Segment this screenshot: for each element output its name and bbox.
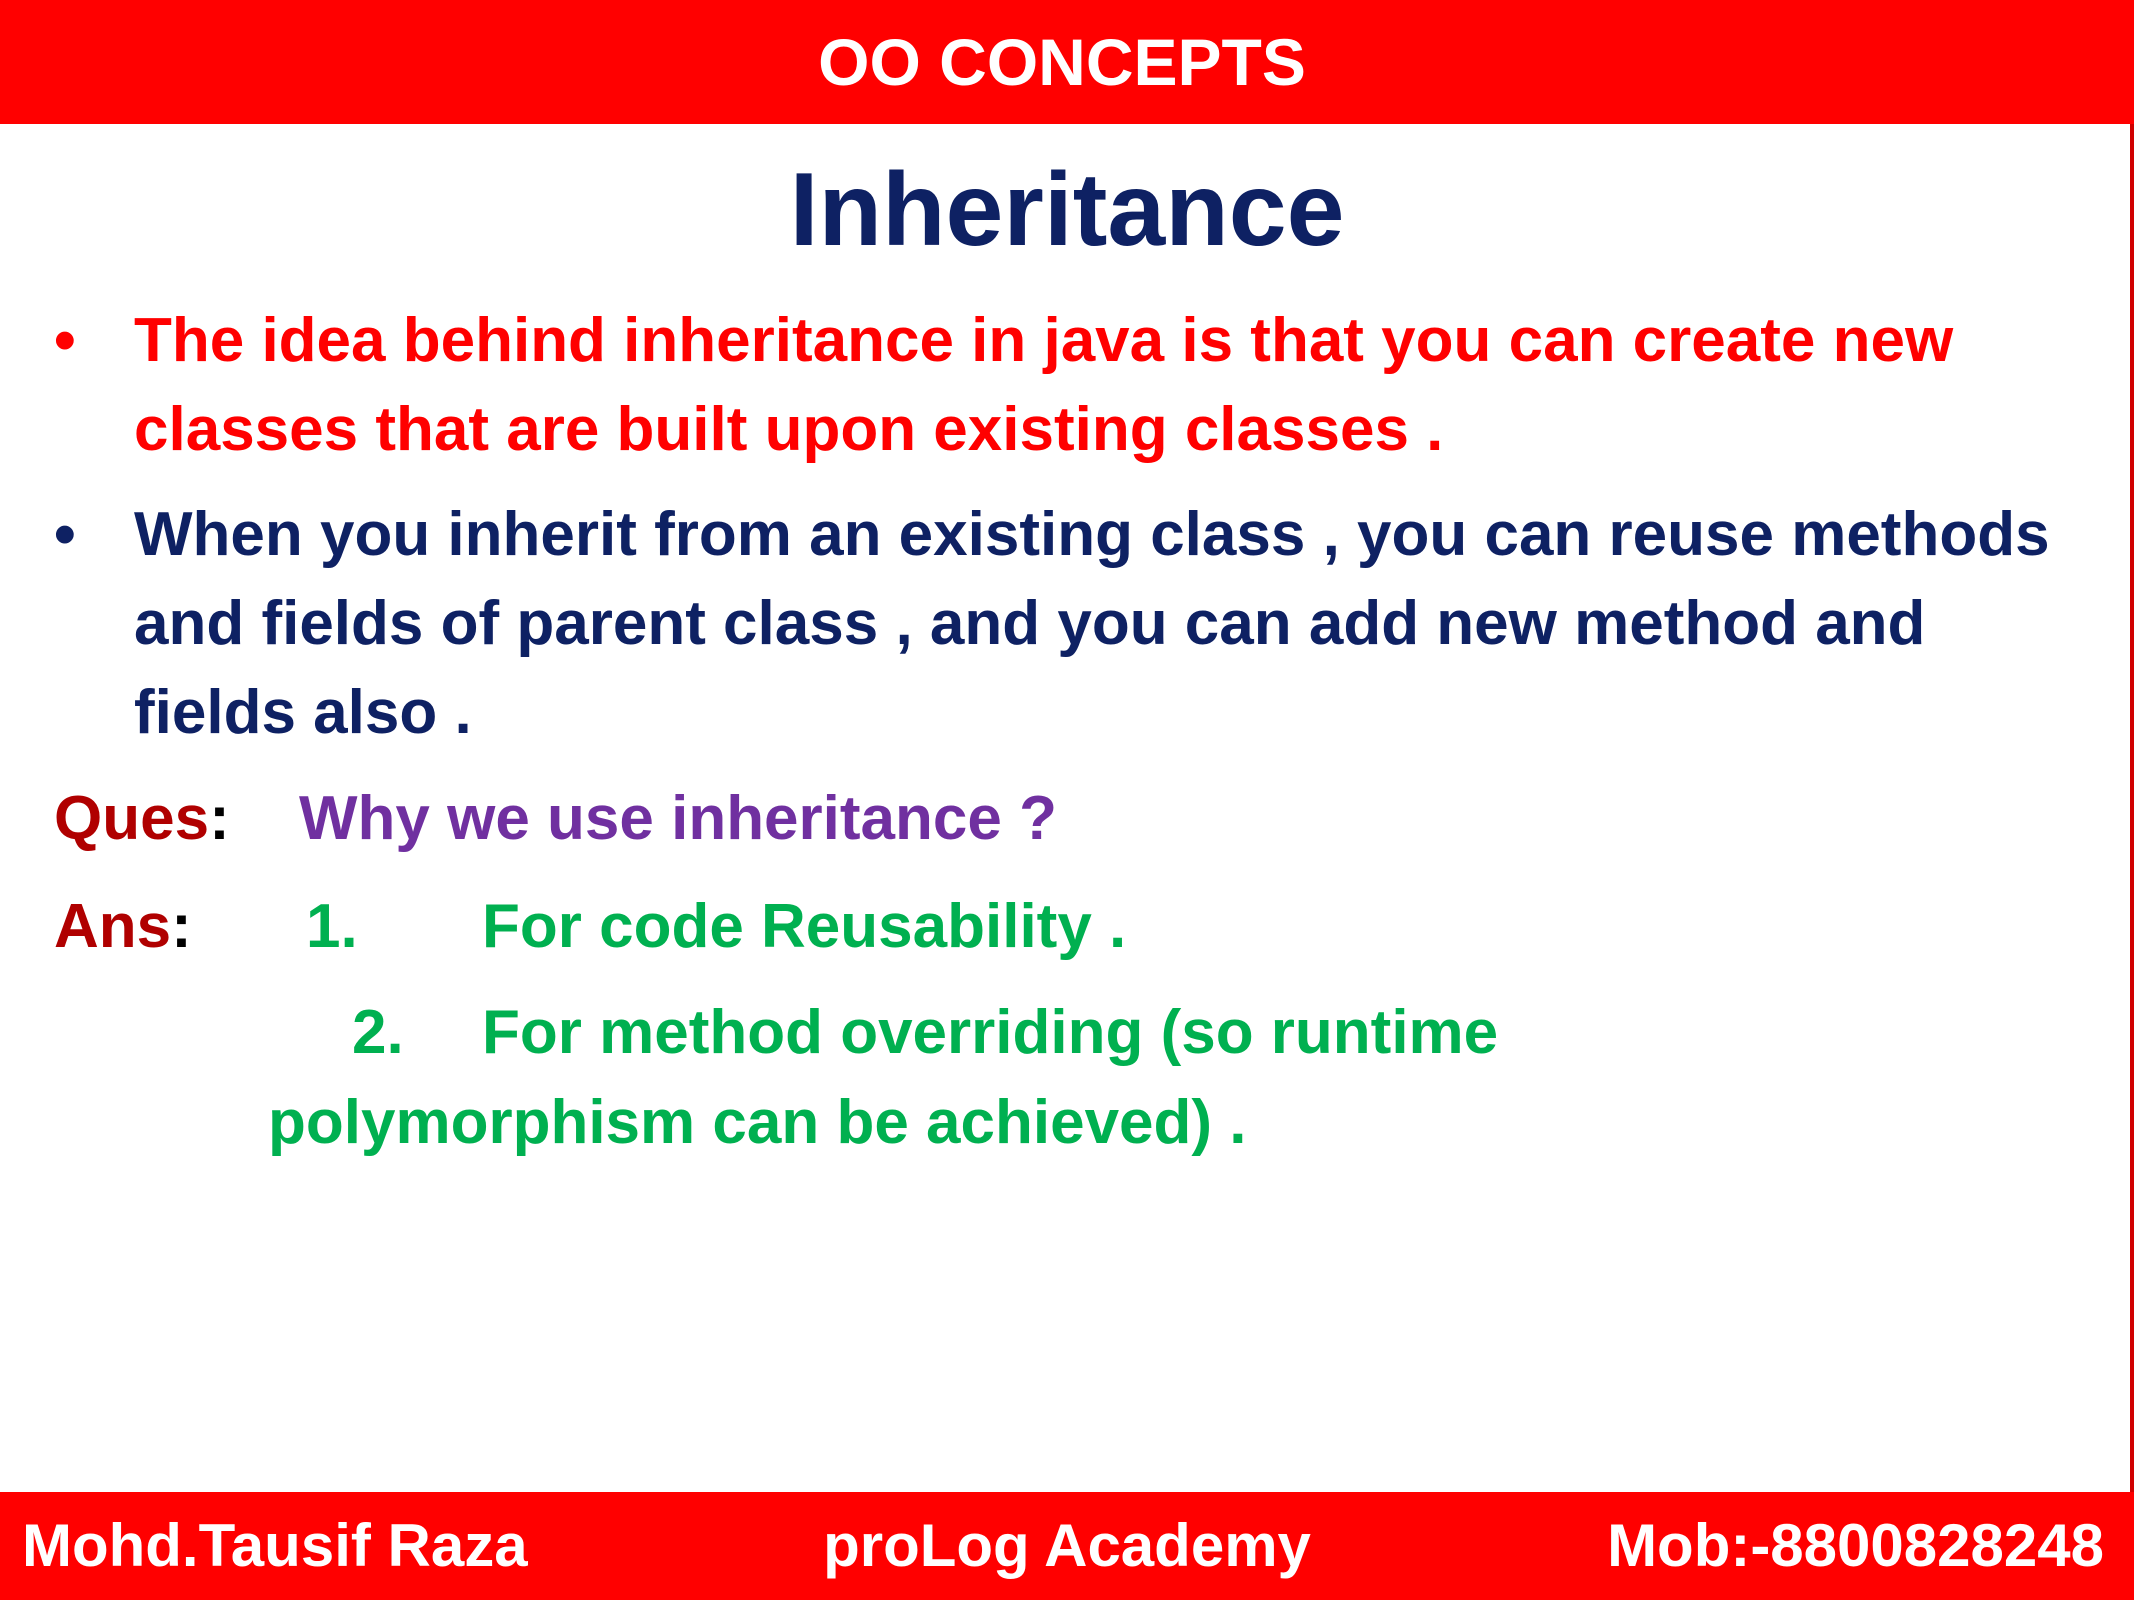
bullet-marker: • [54, 306, 76, 375]
header-title: OO CONCEPTS [818, 25, 1306, 99]
answer-number-1: 1. [306, 892, 358, 961]
bullet-marker: • [54, 500, 76, 569]
ans-colon: : [171, 892, 192, 961]
answer-text-2-line-1: For method overriding (so runtime [482, 998, 1499, 1067]
answer-label: Ans: [54, 882, 192, 971]
answer-text-2-line-2: polymorphism can be achieved) . [268, 1088, 1247, 1157]
answer-number-2: 2. [352, 998, 404, 1067]
bullet-text: When you inherit from an existing class … [134, 500, 2050, 747]
footer-phone: Mob:-8800828248 [1607, 1512, 2104, 1579]
footer-banner: proLog Academy Mohd.Tausif Raza Mob:-880… [0, 1492, 2134, 1600]
bullet-text: The idea behind inheritance in java is t… [134, 306, 1954, 464]
header-banner: OO CONCEPTS [0, 0, 2134, 124]
question-label: Ques: [54, 774, 230, 863]
ans-label: Ans [54, 892, 172, 961]
answer-text-1: For code Reusability . [482, 892, 1127, 961]
right-border [2130, 124, 2134, 1492]
footer-author: Mohd.Tausif Raza [22, 1512, 528, 1579]
question-text: Why we use inheritance ? [299, 784, 1057, 853]
ques-colon: : [209, 784, 230, 853]
slide-title: Inheritance [789, 152, 1345, 268]
ques-label: Ques [54, 784, 210, 853]
